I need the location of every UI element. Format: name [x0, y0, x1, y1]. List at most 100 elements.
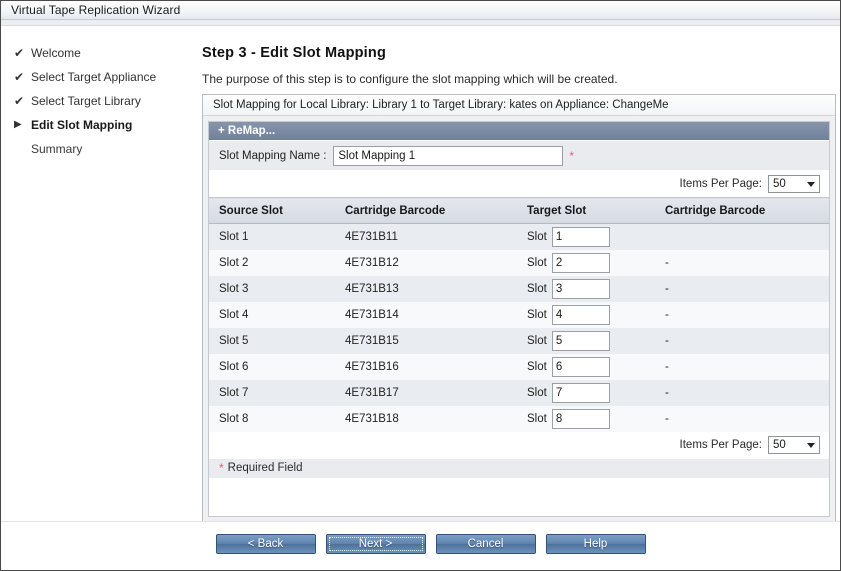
target-slot-prefix: Slot [527, 308, 547, 321]
remap-expander[interactable]: + ReMap... [209, 122, 829, 141]
target-slot-prefix: Slot [527, 412, 547, 425]
cell-target-barcode: - [655, 379, 829, 406]
sidebar-item-select-target-library[interactable]: ✔ Select Target Library [1, 93, 197, 117]
slot-mapping-name-input[interactable] [333, 145, 564, 166]
cell-target-slot: Slot [517, 301, 655, 328]
wizard-footer: < Back Next > Cancel Help [1, 521, 840, 566]
check-icon: ✔ [14, 46, 25, 60]
panel-filler [209, 477, 829, 516]
remap-label: + ReMap... [218, 125, 276, 137]
wizard-step-sidebar: ✔ Welcome ✔ Select Target Appliance ✔ Se… [1, 26, 197, 521]
cell-target-barcode: - [655, 353, 829, 380]
help-button-label: Help [583, 538, 608, 550]
target-slot-prefix: Slot [527, 334, 547, 347]
window-titlebar: Virtual Tape Replication Wizard [1, 1, 840, 20]
sidebar-item-summary[interactable]: Summary [1, 141, 197, 165]
target-slot-input[interactable] [551, 304, 610, 325]
panel-caption: Slot Mapping for Local Library: Library … [203, 95, 835, 116]
table-row: Slot 3 4E731B13 Slot - [209, 275, 829, 302]
bottom-strip [1, 566, 840, 570]
sidebar-item-label: Summary [31, 142, 83, 156]
check-icon: ✔ [14, 94, 25, 108]
cell-target-barcode: - [655, 249, 829, 276]
wizard-window: Virtual Tape Replication Wizard ✔ Welcom… [0, 0, 841, 571]
items-per-page-select-bottom[interactable]: 50 [768, 435, 820, 454]
cell-source-slot: Slot 1 [209, 223, 335, 250]
sidebar-item-label: Select Target Appliance [31, 70, 157, 84]
cell-target-slot: Slot [517, 223, 655, 250]
target-slot-input[interactable] [551, 252, 610, 273]
items-per-page-label: Items Per Page: [679, 438, 762, 451]
step-description: The purpose of this step is to configure… [202, 72, 618, 86]
cell-target-slot: Slot [517, 353, 655, 380]
slot-mapping-table: Source Slot Cartridge Barcode Target Slo… [209, 197, 829, 432]
items-per-page-row-bottom: Items Per Page: 50 [209, 431, 829, 458]
chevron-down-icon [807, 442, 815, 448]
next-button-label: Next > [358, 538, 393, 550]
cell-source-slot: Slot 8 [209, 405, 335, 432]
cell-target-slot: Slot [517, 275, 655, 302]
cell-source-slot: Slot 7 [209, 379, 335, 406]
items-per-page-label: Items Per Page: [679, 178, 762, 190]
check-icon: ✔ [14, 70, 25, 84]
cell-source-barcode: 4E731B18 [335, 405, 517, 432]
items-per-page-value: 50 [773, 438, 786, 451]
cell-source-barcode: 4E731B14 [335, 301, 517, 328]
table-row: Slot 6 4E731B16 Slot - [209, 353, 829, 380]
cell-target-slot: Slot [517, 327, 655, 354]
cell-source-barcode: 4E731B17 [335, 379, 517, 406]
sidebar-item-label: Welcome [31, 46, 81, 60]
next-button[interactable]: Next > [325, 534, 426, 554]
items-per-page-row-top: Items Per Page: 50 [209, 171, 829, 197]
required-asterisk-icon: * [569, 148, 575, 163]
required-asterisk-icon: * [219, 461, 224, 475]
table-body: Slot 1 4E731B11 Slot 1 Slot 2 4E731B12 S… [209, 223, 829, 432]
cell-target-barcode: - [655, 301, 829, 328]
cell-source-barcode: 4E731B16 [335, 353, 517, 380]
cell-source-slot: Slot 2 [209, 249, 335, 276]
slot-mapping-panel: Slot Mapping for Local Library: Library … [202, 94, 836, 524]
cell-target-slot: Slot [517, 379, 655, 406]
slot-mapping-name-label: Slot Mapping Name : [219, 149, 327, 162]
target-slot-prefix: Slot [527, 386, 547, 399]
target-slot-input[interactable] [551, 382, 610, 403]
cell-source-slot: Slot 6 [209, 353, 335, 380]
slot-mapping-name-row: Slot Mapping Name : * [209, 141, 829, 171]
target-slot-input[interactable] [551, 330, 610, 351]
table-row: Slot 7 4E731B17 Slot - [209, 379, 829, 406]
sidebar-item-welcome[interactable]: ✔ Welcome [1, 45, 197, 69]
target-slot-prefix: Slot [527, 256, 547, 269]
items-per-page-select-top[interactable]: 50 [768, 175, 820, 193]
cell-target-slot: Slot [517, 249, 655, 276]
sidebar-item-edit-slot-mapping[interactable]: ▶ Edit Slot Mapping [1, 117, 197, 141]
cancel-button-label: Cancel [467, 538, 504, 550]
help-button[interactable]: Help [545, 534, 646, 554]
cell-target-barcode: - [655, 327, 829, 354]
target-slot-input[interactable] [551, 226, 610, 247]
sidebar-item-label: Select Target Library [31, 94, 141, 108]
cell-source-slot: Slot 5 [209, 327, 335, 354]
cell-source-slot: Slot 4 [209, 301, 335, 328]
cancel-button[interactable]: Cancel [435, 534, 536, 554]
triangle-right-icon: ▶ [14, 119, 22, 130]
target-slot-input[interactable] [551, 408, 610, 429]
table-header-row: Source Slot Cartridge Barcode Target Slo… [209, 197, 829, 224]
column-header-target-barcode: Cartridge Barcode [655, 197, 829, 224]
cell-source-barcode: 4E731B15 [335, 327, 517, 354]
table-row: Slot 4 4E731B14 Slot - [209, 301, 829, 328]
wizard-main-content: Step 3 - Edit Slot Mapping The purpose o… [197, 26, 840, 524]
target-slot-prefix: Slot [527, 360, 547, 373]
target-slot-input[interactable] [551, 356, 610, 377]
sidebar-item-label: Edit Slot Mapping [31, 118, 133, 132]
cell-target-barcode: - [655, 275, 829, 302]
column-header-source-slot: Source Slot [209, 197, 335, 224]
table-row: Slot 1 4E731B11 Slot [209, 223, 829, 250]
target-slot-prefix: Slot [527, 282, 547, 295]
sidebar-item-select-target-appliance[interactable]: ✔ Select Target Appliance [1, 69, 197, 93]
target-slot-input[interactable] [551, 278, 610, 299]
cell-source-slot: Slot 3 [209, 275, 335, 302]
cell-source-barcode: 4E731B12 [335, 249, 517, 276]
chevron-down-icon [807, 182, 815, 187]
table-row: Slot 8 4E731B18 Slot - [209, 405, 829, 432]
back-button[interactable]: < Back [215, 534, 316, 554]
